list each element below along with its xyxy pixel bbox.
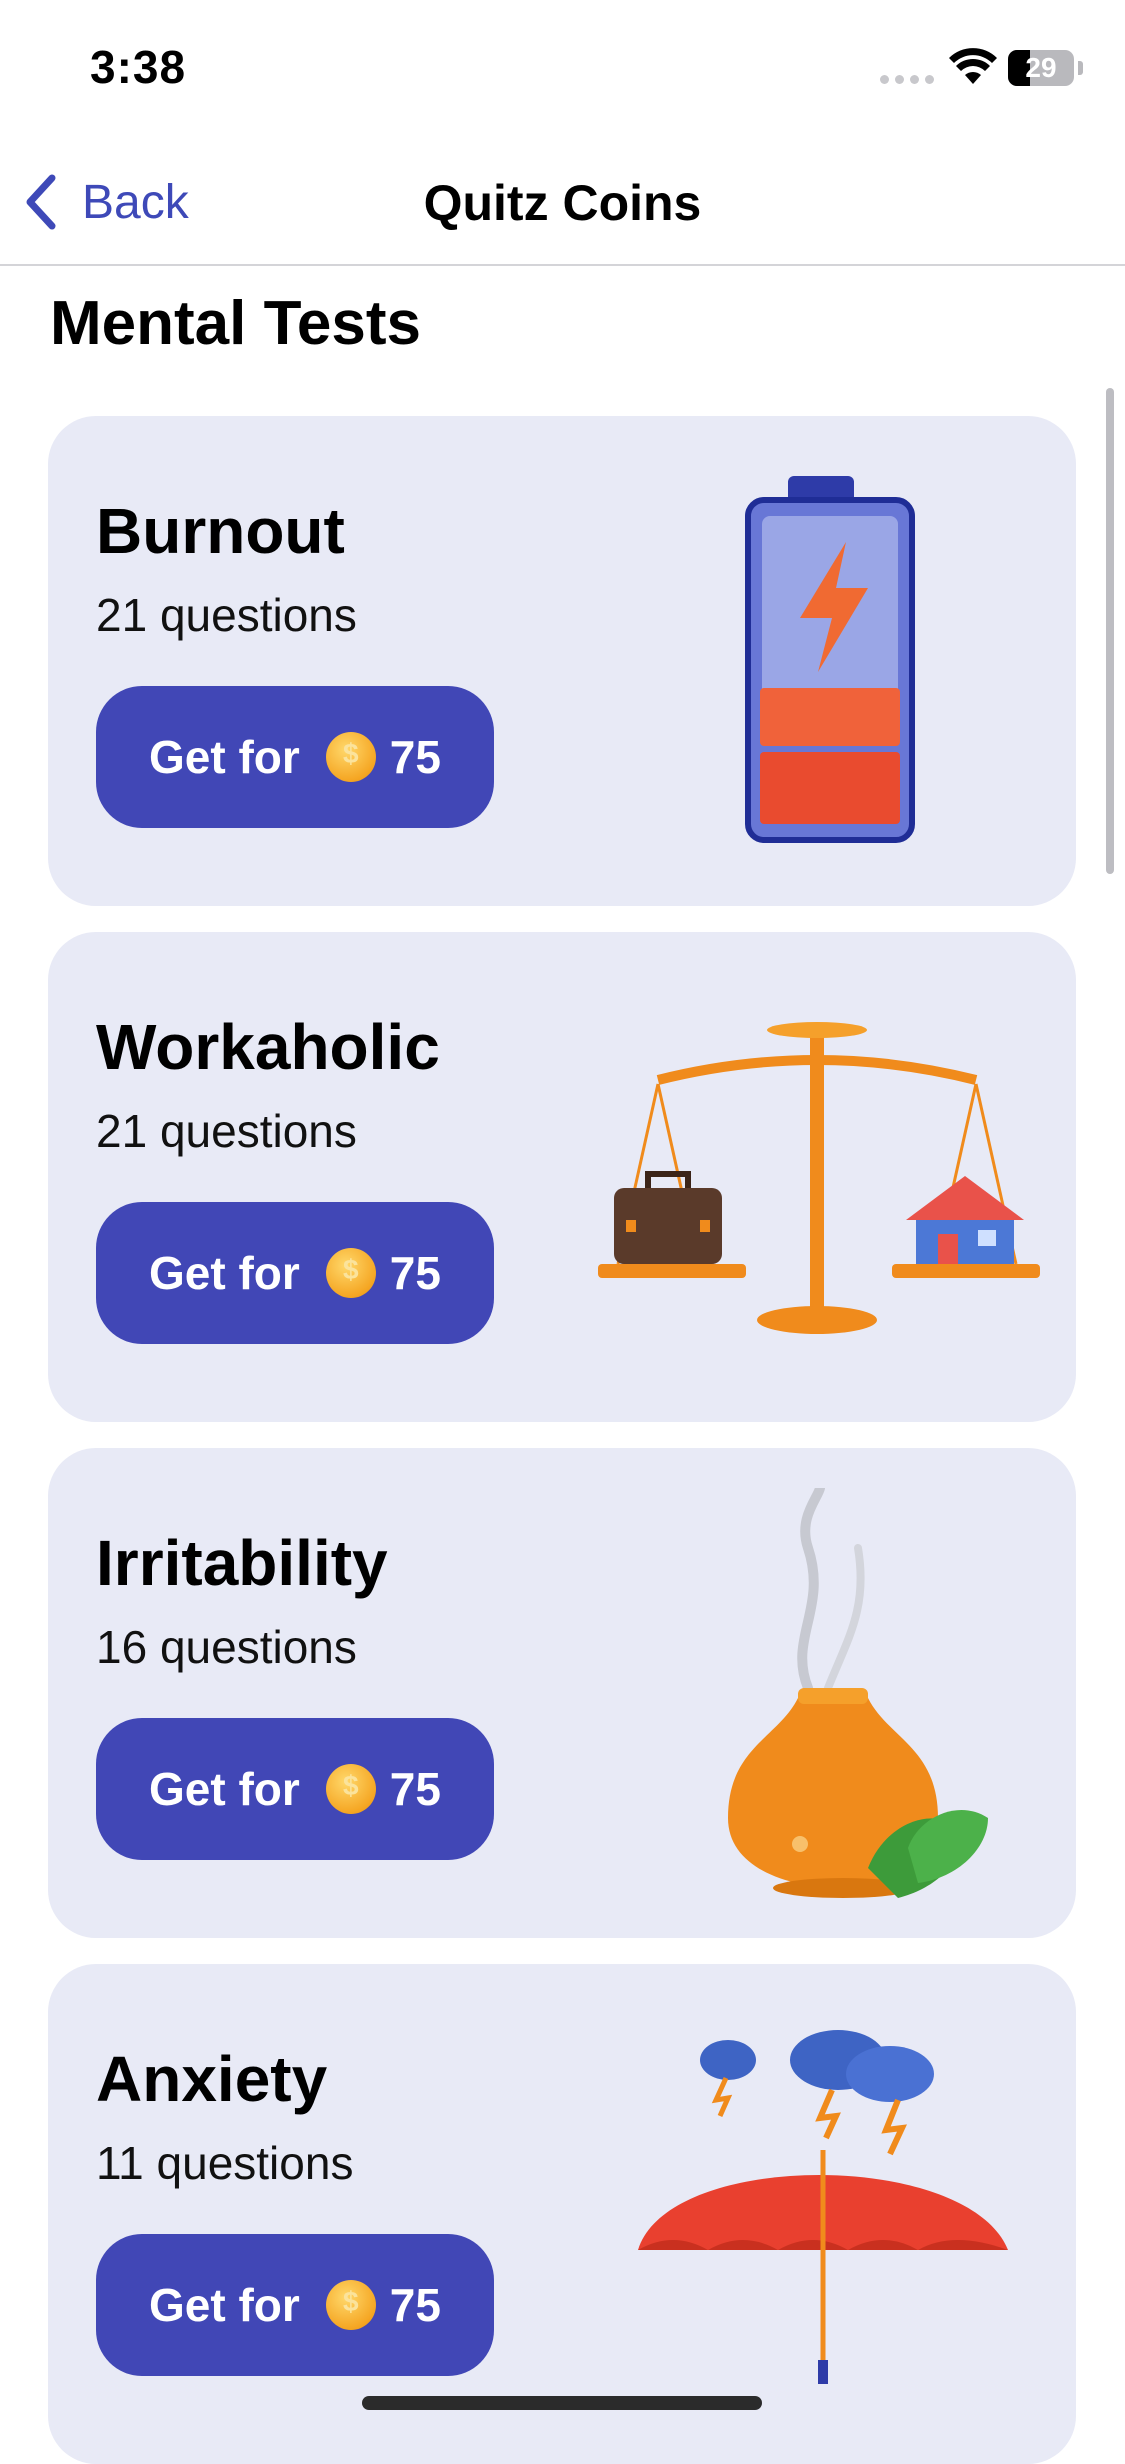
question-count: 16 questions [96,1621,357,1673]
test-card-irritability[interactable]: Irritability 16 questions Get for 75 [48,1448,1076,1938]
button-label: Get for [149,731,300,783]
button-label: Get for [149,1247,300,1299]
wifi-icon [949,48,997,84]
scrollbar[interactable] [1106,388,1114,874]
status-bar: 3:38 29 [0,0,1125,132]
umbrella-storm-icon [638,2030,1008,2384]
home-indicator[interactable] [362,2396,762,2410]
price: 75 [389,731,441,783]
navigation-bar: Back Quitz Coins [0,140,1125,266]
page-title: Quitz Coins [423,175,702,231]
cellular-signal-icon [880,75,934,84]
coin-icon [325,1248,376,1298]
question-count: 21 questions [96,1105,357,1157]
buy-button[interactable]: Get for 75 [96,686,494,828]
price: 75 [389,2279,441,2331]
coin-icon [325,2280,376,2330]
battery-level: 29 [1025,52,1057,83]
button-label: Get for [149,1763,300,1815]
status-time: 3:38 [90,41,187,93]
balance-scale-icon [598,1022,1040,1334]
test-card-anxiety[interactable]: Anxiety 11 questions Get for 75 [48,1964,1076,2464]
price: 75 [389,1247,441,1299]
battery-icon: 29 [1008,50,1074,86]
card-title: Irritability [96,1527,388,1599]
card-title: Workaholic [96,1011,440,1083]
price: 75 [389,1763,441,1815]
card-title: Burnout [96,495,345,567]
coin-icon [325,1764,376,1814]
aroma-diffuser-icon [728,1488,988,1898]
card-title: Anxiety [96,2043,328,2115]
coin-icon [325,732,376,782]
battery-charging-icon [745,476,915,843]
section-title: Mental Tests [50,289,421,358]
question-count: 11 questions [96,2137,354,2189]
button-label: Get for [149,2279,300,2331]
buy-button[interactable]: Get for 75 [96,1718,494,1860]
test-card-burnout[interactable]: Burnout 21 questions Get for 75 [48,416,1076,906]
buy-button[interactable]: Get for 75 [96,2234,494,2376]
test-card-workaholic[interactable]: Workaholic 21 questions Get for 75 [48,932,1076,1422]
question-count: 21 questions [96,589,357,641]
buy-button[interactable]: Get for 75 [96,1202,494,1344]
